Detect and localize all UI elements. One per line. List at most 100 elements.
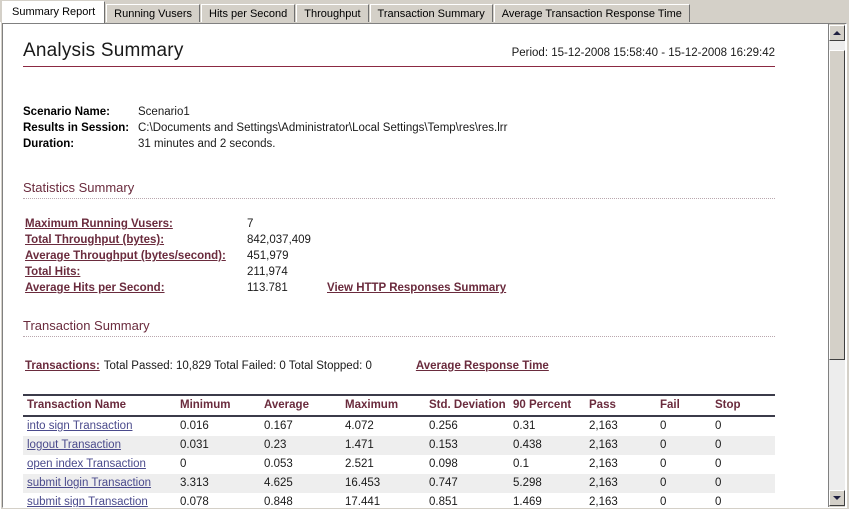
statistic-label-link[interactable]: Total Hits: — [25, 264, 247, 280]
column-header[interactable]: Maximum — [341, 394, 425, 417]
window-frame-left — [0, 22, 1, 509]
cell-maximum: 2.521 — [341, 455, 425, 474]
cell-pass: 2,163 — [585, 436, 656, 455]
tab-running-vusers[interactable]: Running Vusers — [106, 4, 200, 23]
client-area: Analysis Summary Period: 15-12-2008 15:5… — [0, 22, 849, 509]
transaction-name-cell[interactable]: logout Transaction — [23, 436, 176, 455]
meta-row: Duration: 31 minutes and 2 seconds. — [23, 136, 507, 152]
report-header: Analysis Summary Period: 15-12-2008 15:5… — [23, 40, 775, 67]
column-header[interactable]: Transaction Name — [23, 394, 176, 417]
cell-stop: 0 — [711, 493, 775, 507]
average-response-time-link[interactable]: Average Response Time — [416, 360, 549, 372]
transaction-name-cell[interactable]: submit login Transaction — [23, 474, 176, 493]
column-header[interactable]: Stop — [711, 394, 775, 417]
meta-label: Scenario Name: — [23, 106, 110, 118]
transactions-link[interactable]: Transactions: — [25, 360, 100, 372]
transaction-name-cell[interactable]: into sign Transaction — [23, 416, 176, 436]
statistic-value: 113.781 — [247, 282, 288, 294]
cell-average: 0.167 — [260, 416, 341, 436]
cell-minimum: 0.078 — [176, 493, 260, 507]
cell-stop: 0 — [711, 416, 775, 436]
table-row: into sign Transaction 0.016 0.167 4.072 0.25… — [23, 416, 775, 436]
transaction-name-link[interactable]: logout Transaction — [27, 439, 121, 451]
cell-std_deviation: 0.256 — [425, 416, 509, 436]
statistic-value: 7 — [247, 218, 254, 230]
column-header[interactable]: Fail — [656, 394, 711, 417]
statistic-label-link[interactable]: Average Throughput (bytes/second): — [25, 248, 247, 264]
cell-minimum: 0.016 — [176, 416, 260, 436]
report-scroll-viewport[interactable]: Analysis Summary Period: 15-12-2008 15:5… — [3, 24, 823, 507]
cell-std_deviation: 0.098 — [425, 455, 509, 474]
page-title: Analysis Summary — [23, 40, 184, 61]
table-row: logout Transaction 0.031 0.23 1.471 0.153 0.4… — [23, 436, 775, 455]
column-header[interactable]: Average — [260, 394, 341, 417]
statistic-value: 842,037,409 — [247, 234, 311, 246]
column-header[interactable]: Minimum — [176, 394, 260, 417]
cell-p90: 1.469 — [509, 493, 585, 507]
tab-throughput[interactable]: Throughput — [296, 4, 369, 23]
statistic-row: Total Throughput (bytes): 842,037,409 — [25, 232, 506, 248]
cell-pass: 2,163 — [585, 455, 656, 474]
statistic-label-link[interactable]: Total Throughput (bytes): — [25, 232, 247, 248]
scrollbar-thumb[interactable] — [829, 50, 845, 360]
cell-fail: 0 — [656, 455, 711, 474]
column-header[interactable]: Pass — [585, 394, 656, 417]
statistic-value: 211,974 — [247, 266, 288, 278]
transaction-table-body: into sign Transaction 0.016 0.167 4.072 0.25… — [23, 416, 775, 507]
transaction-summary-heading: Transaction Summary — [23, 318, 775, 337]
cell-stop: 0 — [711, 436, 775, 455]
triangle-down-icon — [833, 496, 841, 500]
cell-average: 0.23 — [260, 436, 341, 455]
tab-transaction-summary[interactable]: Transaction Summary — [369, 4, 493, 23]
transaction-table: Transaction Name Minimum Average Maximum Std… — [23, 394, 775, 507]
transactions-totals-row: Transactions: Total Passed: 10,829 Total… — [25, 360, 549, 372]
transaction-name-cell[interactable]: submit sign Transaction — [23, 493, 176, 507]
cell-maximum: 17.441 — [341, 493, 425, 507]
cell-average: 0.848 — [260, 493, 341, 507]
statistics-list: Maximum Running Vusers: 7 Total Throughput… — [25, 216, 506, 296]
tab-hits-per-second[interactable]: Hits per Second — [201, 4, 296, 23]
cell-pass: 2,163 — [585, 493, 656, 507]
report-content: Analysis Summary Period: 15-12-2008 15:5… — [3, 24, 823, 507]
statistics-summary-heading: Statistics Summary — [23, 180, 775, 199]
report-period: Period: 15-12-2008 15:58:40 - 15-12-2008… — [511, 47, 775, 59]
cell-p90: 0.438 — [509, 436, 585, 455]
transaction-name-link[interactable]: submit login Transaction — [27, 477, 151, 489]
scroll-down-button[interactable] — [829, 490, 845, 506]
cell-stop: 0 — [711, 455, 775, 474]
scrollbar-track[interactable] — [829, 41, 845, 490]
cell-stop: 0 — [711, 474, 775, 493]
column-header[interactable]: Std. Deviation — [425, 394, 509, 417]
cell-pass: 2,163 — [585, 474, 656, 493]
transaction-name-cell[interactable]: open index Transaction — [23, 455, 176, 474]
scroll-up-button[interactable] — [829, 25, 845, 41]
meta-label: Results in Session: — [23, 122, 130, 134]
transaction-table-header-row: Transaction Name Minimum Average Maximum Std… — [23, 394, 775, 417]
tab-average-transaction-response-time[interactable]: Average Transaction Response Time — [493, 4, 690, 23]
cell-p90: 0.1 — [509, 455, 585, 474]
scenario-meta: Scenario Name: Scenario1 Results in Sessio… — [23, 104, 507, 152]
statistic-row: Average Hits per Second: 113.781 View HTTP… — [25, 280, 506, 296]
analysis-summary-window: Summary Report Running Vusers Hits per Sec… — [0, 0, 849, 509]
statistics-summary-heading-label: Statistics Summary — [23, 180, 135, 195]
transaction-name-link[interactable]: into sign Transaction — [27, 420, 132, 432]
transactions-totals-text: Total Passed: 10,829 Total Failed: 0 Tot… — [103, 360, 372, 372]
cell-average: 4.625 — [260, 474, 341, 493]
cell-p90: 0.31 — [509, 416, 585, 436]
report-panel: Analysis Summary Period: 15-12-2008 15:5… — [2, 23, 847, 508]
view-http-responses-summary-link[interactable]: View HTTP Responses Summary — [327, 280, 506, 296]
transaction-name-link[interactable]: submit sign Transaction — [27, 496, 148, 507]
statistics-summary-divider — [23, 198, 775, 199]
cell-p90: 5.298 — [509, 474, 585, 493]
statistic-label-link[interactable]: Average Hits per Second: — [25, 280, 247, 296]
column-header[interactable]: 90 Percent — [509, 394, 585, 417]
cell-maximum: 1.471 — [341, 436, 425, 455]
cell-pass: 2,163 — [585, 416, 656, 436]
transaction-name-link[interactable]: open index Transaction — [27, 458, 146, 470]
tab-summary-report[interactable]: Summary Report — [2, 1, 106, 23]
cell-maximum: 16.453 — [341, 474, 425, 493]
statistic-row: Average Throughput (bytes/second): 451,97… — [25, 248, 506, 264]
statistic-label-link[interactable]: Maximum Running Vusers: — [25, 216, 247, 232]
vertical-scrollbar[interactable] — [828, 24, 845, 507]
table-row: open index Transaction 0 0.053 2.521 0.098 0.… — [23, 455, 775, 474]
